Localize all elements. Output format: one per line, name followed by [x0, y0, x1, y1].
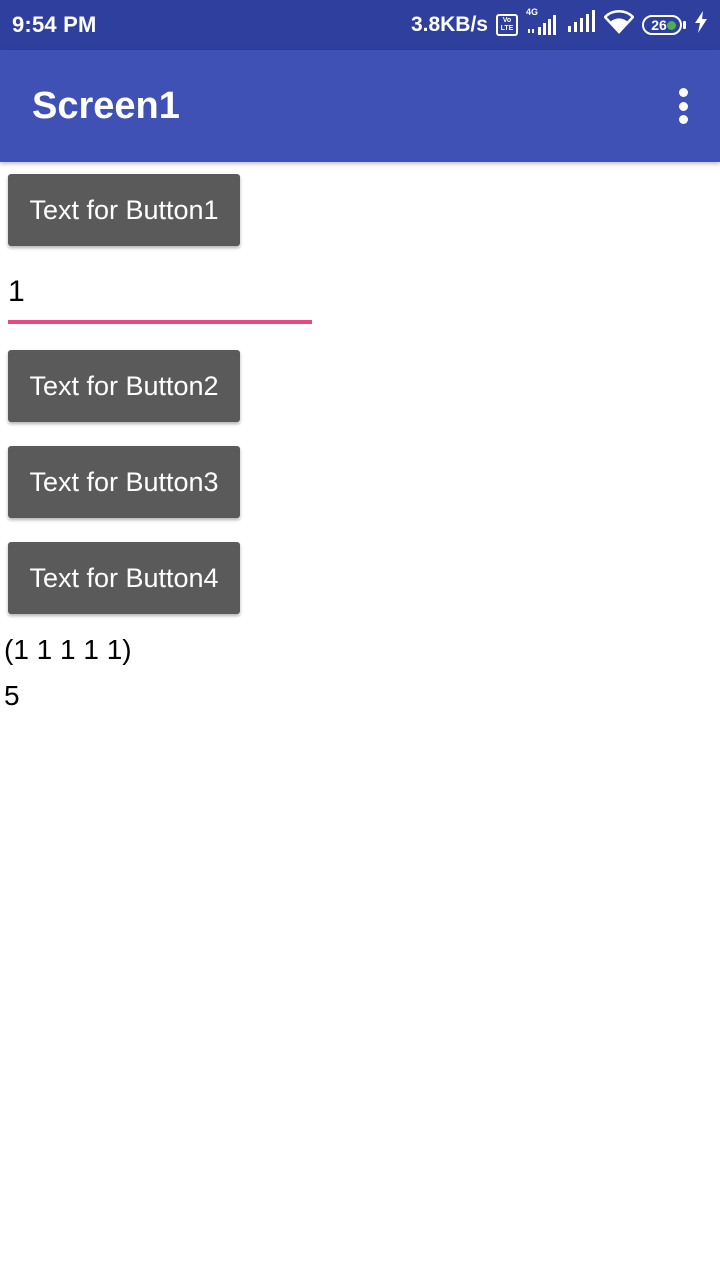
battery-icon: 26 — [642, 15, 686, 35]
button1[interactable]: Text for Button1 — [8, 174, 240, 246]
text-box[interactable] — [8, 268, 312, 324]
network-speed: 3.8KB/s — [410, 13, 488, 36]
text-box-wrapper — [8, 268, 312, 324]
list-label: (1 1 1 1 1) — [4, 634, 132, 665]
count-label: 5 — [4, 680, 20, 711]
app-bar: Screen1 — [0, 50, 720, 162]
button4[interactable]: Text for Button4 — [8, 542, 240, 614]
status-bar: 9:54 PM 3.8KB/s Vo LTE 4G 26 — [0, 0, 720, 50]
status-icons: 3.8KB/s Vo LTE 4G 26 — [410, 7, 708, 40]
signal-4g-icon: 4G — [526, 7, 558, 37]
charging-icon — [694, 11, 708, 39]
more-options-icon[interactable] — [676, 88, 690, 124]
app-title: Screen1 — [32, 84, 180, 127]
button2[interactable]: Text for Button2 — [8, 350, 240, 422]
battery-level: 26 — [651, 17, 667, 33]
status-time: 9:54 PM — [12, 12, 97, 37]
volte-icon: Vo LTE — [496, 14, 518, 36]
wifi-icon — [603, 10, 635, 40]
signal-icon — [566, 10, 596, 40]
button3[interactable]: Text for Button3 — [8, 446, 240, 518]
